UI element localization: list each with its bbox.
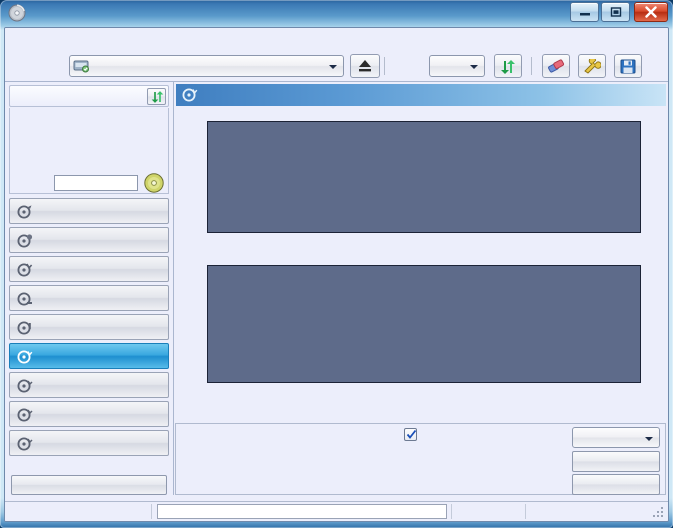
cd-icon[interactable] — [143, 172, 165, 194]
drive-select[interactable] — [69, 55, 344, 77]
verify-test-disc-icon — [17, 262, 33, 278]
statusbar-separator — [151, 504, 152, 519]
drive-info-icon — [17, 291, 33, 307]
sidebar-item-create-test-disc[interactable] — [9, 227, 169, 253]
left-panel — [5, 82, 173, 521]
create-test-disc-icon — [17, 233, 33, 249]
eject-button[interactable] — [350, 54, 380, 78]
menu-file[interactable] — [13, 32, 23, 47]
status-window-button[interactable] — [11, 475, 167, 495]
drive-icon — [73, 58, 90, 74]
statusbar-separator — [525, 504, 526, 519]
label-input[interactable] — [54, 175, 138, 191]
disc-row-type — [10, 112, 168, 127]
disc-quality-icon — [17, 349, 33, 365]
sidebar-item-disc-info[interactable] — [9, 314, 169, 340]
disc-quality-header — [176, 84, 666, 106]
eraser-button[interactable] — [542, 54, 570, 78]
sidebar-item-disc-quality[interactable] — [9, 343, 169, 369]
disc-quality-icon — [182, 87, 198, 103]
start-full-button[interactable] — [572, 451, 660, 472]
progress-bar — [157, 504, 447, 519]
cd-bler-icon — [17, 378, 33, 394]
app-window — [0, 0, 673, 528]
tools-button[interactable] — [578, 54, 606, 78]
menu-help[interactable] — [157, 32, 167, 47]
disc-row-mid — [10, 128, 168, 143]
close-button[interactable] — [634, 2, 668, 22]
disc-refresh-button[interactable] — [147, 88, 166, 105]
disc-panel-header — [9, 85, 169, 107]
disc-row-length — [10, 144, 168, 159]
toolbar-separator — [384, 57, 385, 75]
jitter-checkbox[interactable] — [404, 428, 417, 441]
title-bar — [0, 0, 673, 27]
disc-icon — [8, 4, 26, 22]
chart-plot-area-top — [207, 121, 641, 233]
client-area — [4, 27, 669, 522]
menu-extra[interactable] — [113, 32, 123, 47]
sidebar-item-transfer-rate[interactable] — [9, 198, 169, 224]
transfer-rate-icon — [17, 204, 33, 220]
test-speed-select[interactable] — [572, 427, 660, 448]
maximize-button[interactable] — [601, 2, 630, 22]
disc-info-icon — [17, 320, 33, 336]
minimize-button[interactable] — [570, 2, 599, 22]
quality-chart-bottom — [174, 250, 668, 402]
sidebar-item-verify-test-disc[interactable] — [9, 256, 169, 282]
toolbar-separator — [531, 57, 532, 75]
chevron-down-icon[interactable] — [640, 430, 657, 447]
sidebar-item-extra-tests[interactable] — [9, 430, 169, 456]
chevron-down-icon[interactable] — [465, 58, 482, 75]
resize-grip[interactable] — [653, 507, 664, 518]
refresh-button[interactable] — [494, 54, 522, 78]
start-part-button[interactable] — [572, 474, 660, 495]
disc-info-box — [9, 108, 169, 194]
menu-start-test[interactable] — [49, 32, 59, 47]
sidebar-item-drive-info[interactable] — [9, 285, 169, 311]
save-button[interactable] — [614, 54, 642, 78]
sidebar-item-fe-te[interactable] — [9, 401, 169, 427]
status-bar — [5, 501, 668, 521]
menu-bar — [5, 28, 668, 50]
chevron-down-icon[interactable] — [324, 58, 341, 75]
drive-toolbar — [5, 50, 668, 82]
chart-plot-area-bottom — [207, 265, 641, 383]
quality-chart-top — [174, 106, 668, 250]
speed-select[interactable] — [429, 55, 485, 77]
statusbar-separator — [451, 504, 452, 519]
extra-tests-icon — [17, 436, 33, 452]
statistics-panel — [175, 423, 666, 495]
fe-te-icon — [17, 407, 33, 423]
sidebar-item-cd-bler[interactable] — [9, 372, 169, 398]
